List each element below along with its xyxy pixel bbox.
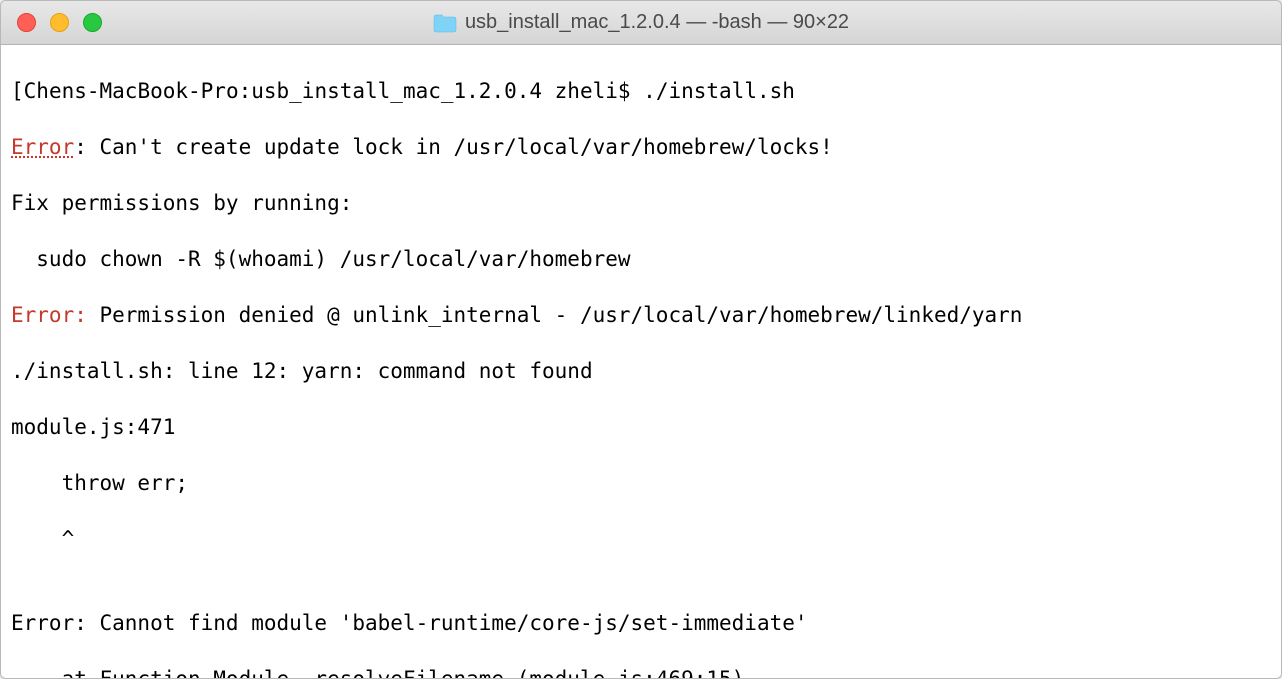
terminal-body[interactable]: [Chens-MacBook-Pro:usb_install_mac_1.2.0… [1,45,1281,678]
traffic-lights [1,13,102,32]
terminal-line: ^ [11,525,1273,553]
title-center: usb_install_mac_1.2.0.4 — -bash — 90×22 [1,11,1281,34]
terminal-line: ./install.sh: line 12: yarn: command not… [11,357,1273,385]
error-text: : Can't create update lock in /usr/local… [74,135,833,159]
prompt-text: Chens-MacBook-Pro:usb_install_mac_1.2.0.… [24,79,644,103]
terminal-line: throw err; [11,469,1273,497]
command-text: ./install.sh [643,79,795,103]
minimize-icon[interactable] [50,13,69,32]
maximize-icon[interactable] [83,13,102,32]
terminal-window: usb_install_mac_1.2.0.4 — -bash — 90×22 … [0,0,1282,679]
prompt-bracket: [ [11,79,24,103]
close-icon[interactable] [17,13,36,32]
terminal-line: module.js:471 [11,413,1273,441]
terminal-line: Error: Can't create update lock in /usr/… [11,133,1273,161]
terminal-line: sudo chown -R $(whoami) /usr/local/var/h… [11,245,1273,273]
terminal-line: Error: Cannot find module 'babel-runtime… [11,609,1273,637]
folder-icon [433,13,457,33]
error-label: Error [11,135,74,159]
terminal-line: at Function.Module._resolveFilename (mod… [11,665,1273,678]
window-title: usb_install_mac_1.2.0.4 — -bash — 90×22 [465,11,849,34]
titlebar[interactable]: usb_install_mac_1.2.0.4 — -bash — 90×22 [1,1,1281,45]
terminal-line: Fix permissions by running: [11,189,1273,217]
terminal-line: [Chens-MacBook-Pro:usb_install_mac_1.2.0… [11,77,1273,105]
error-label: Error: [11,303,87,327]
terminal-line: Error: Permission denied @ unlink_intern… [11,301,1273,329]
error-text: Permission denied @ unlink_internal - /u… [87,303,1023,327]
